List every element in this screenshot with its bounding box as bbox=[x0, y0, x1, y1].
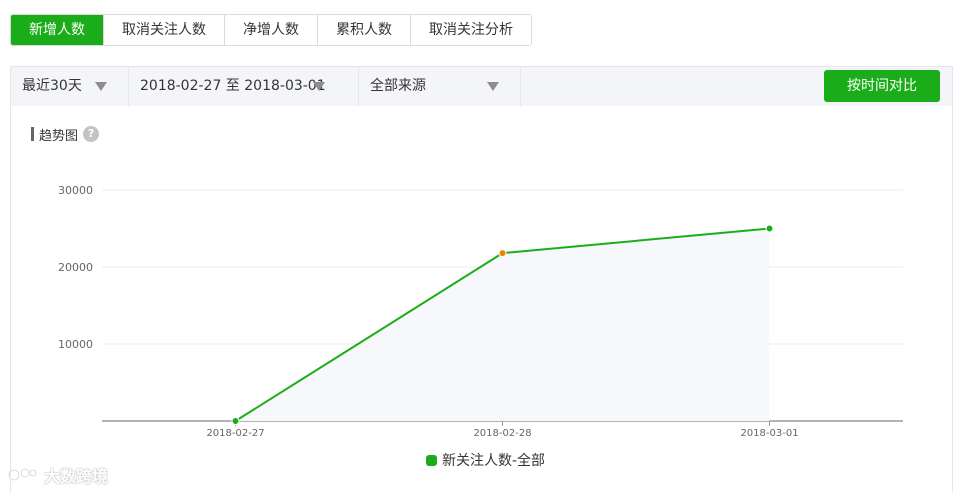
y-tick-label: 10000 bbox=[58, 338, 93, 351]
filter-bar: 最近30天 2018-02-27 至 2018-03-01 全部来源 按时间对比 bbox=[10, 66, 953, 107]
trend-chart: 10000 20000 30000 2018-02-27 2018-02-28 2018-… bbox=[58, 184, 903, 439]
period-select-value: 最近30天 bbox=[22, 78, 82, 94]
source-select[interactable]: 全部来源 bbox=[359, 67, 521, 106]
data-point bbox=[498, 249, 507, 258]
metric-tabs: 新增人数 取消关注人数 净增人数 累积人数 取消关注分析 bbox=[10, 14, 532, 46]
chevron-down-icon bbox=[95, 82, 107, 91]
tab-unfollows[interactable]: 取消关注人数 bbox=[103, 15, 224, 45]
chevron-down-icon bbox=[487, 82, 499, 91]
period-select[interactable]: 最近30天 bbox=[11, 67, 129, 106]
chart-legend[interactable]: 新关注人数-全部 bbox=[426, 450, 545, 470]
x-tick-label: 2018-02-28 bbox=[473, 428, 531, 439]
tab-cumulative[interactable]: 累积人数 bbox=[317, 15, 410, 45]
data-point bbox=[231, 417, 240, 425]
chevron-down-icon bbox=[313, 82, 325, 91]
legend-swatch bbox=[426, 454, 437, 466]
x-tick-label: 2018-03-01 bbox=[740, 428, 798, 439]
x-tick-label: 2018-02-27 bbox=[206, 428, 264, 439]
chart-area bbox=[235, 228, 770, 421]
watermark-logo-icon bbox=[8, 468, 37, 481]
tab-new-followers[interactable]: 新增人数 bbox=[11, 15, 103, 45]
compare-by-time-button[interactable]: 按时间对比 bbox=[824, 70, 940, 102]
tab-net-growth[interactable]: 净增人数 bbox=[224, 15, 317, 45]
series-area bbox=[235, 228, 770, 421]
y-tick-label: 20000 bbox=[58, 261, 93, 274]
date-range-value: 2018-02-27 至 2018-03-01 bbox=[140, 78, 326, 94]
y-tick-label: 30000 bbox=[58, 184, 93, 197]
source-select-value: 全部来源 bbox=[370, 78, 426, 94]
date-range-picker[interactable]: 2018-02-27 至 2018-03-01 bbox=[129, 67, 359, 106]
legend-label: 新关注人数-全部 bbox=[442, 453, 546, 469]
watermark-text: 大数跨境 bbox=[44, 467, 109, 486]
watermark: 大数跨境 bbox=[8, 463, 108, 487]
tab-unfollow-analysis[interactable]: 取消关注分析 bbox=[410, 15, 531, 45]
trend-panel: 趋势图 ? 10000 20000 30000 2018-02-27 2018-02-2… bbox=[10, 106, 953, 493]
data-point bbox=[765, 224, 774, 233]
